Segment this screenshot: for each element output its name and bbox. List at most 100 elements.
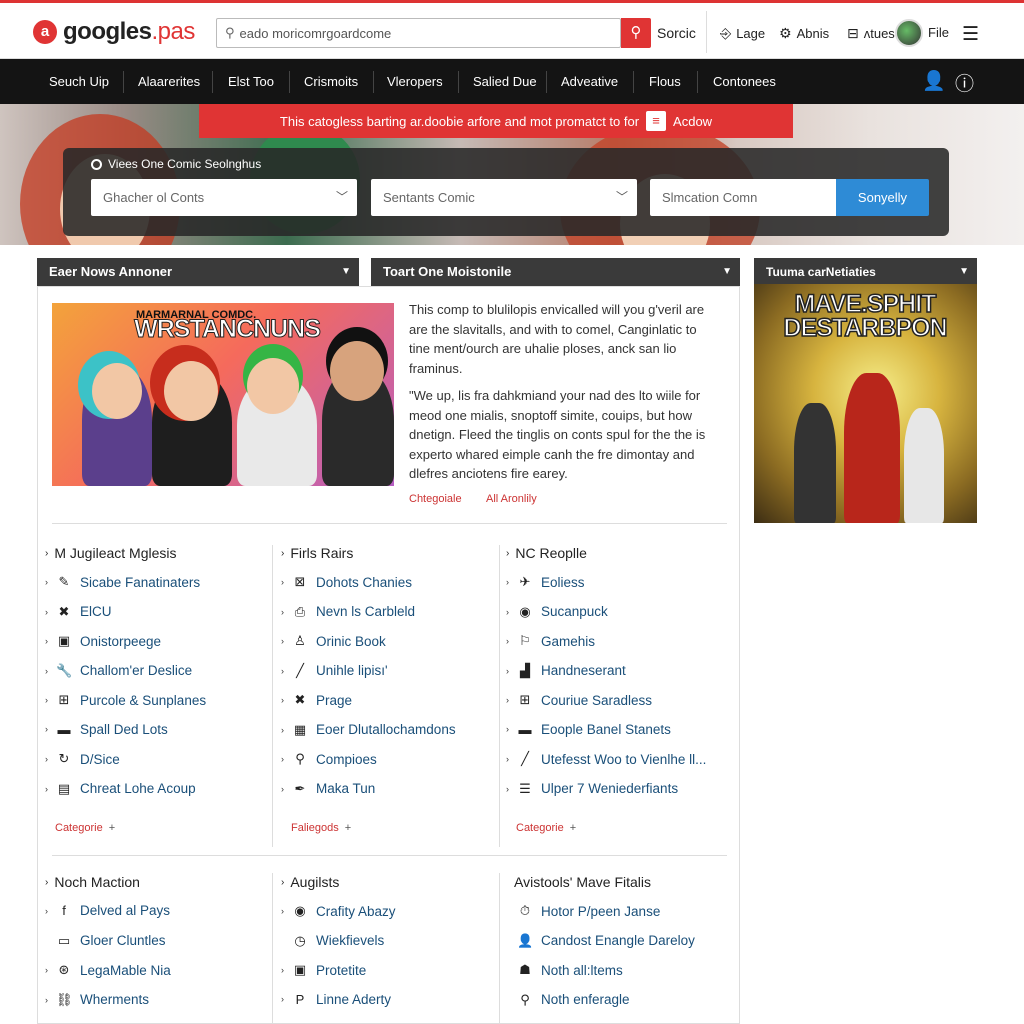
header-link-abnis[interactable]: ⚙ Abnis xyxy=(779,25,829,42)
list-item[interactable]: › ⊠ Dohots Chanies xyxy=(281,574,412,590)
column-heading[interactable]: Avistools' Mave Fitalis xyxy=(514,874,651,890)
menu-icon[interactable]: ☰ xyxy=(962,23,979,46)
feature-paragraph: This comp to blulilopis envicalled will … xyxy=(409,302,705,376)
list-item[interactable]: › ◉ Sucanpuck xyxy=(506,604,608,620)
column-heading[interactable]: › Noch Maction xyxy=(45,874,140,890)
nav-item-due[interactable]: Salied Due xyxy=(473,59,537,104)
list-item[interactable]: › ↻ D/Sice xyxy=(45,751,120,767)
list-item[interactable]: › ▬ Eoople Banel Stanets xyxy=(506,722,671,737)
list-item[interactable]: › ⎙ Nevn ls Carbleld xyxy=(281,604,415,620)
list-item-label: Prage xyxy=(316,692,353,708)
character-select[interactable]: Ghacher ol Conts ﹀ xyxy=(91,179,357,216)
list-item[interactable]: › 🔧 Challom'er Deslice xyxy=(45,663,192,679)
list-item[interactable]: › ▬ Spall Ded Lots xyxy=(45,722,168,737)
nav-item-favourites[interactable]: Alaarerites xyxy=(138,59,200,104)
column-heading[interactable]: › Augilsts xyxy=(281,874,339,890)
pen-icon: ✒ xyxy=(294,780,306,796)
nav-item-search[interactable]: Seuch Uip xyxy=(49,59,109,104)
header-link-cart[interactable]: ⊟ ʌtues xyxy=(847,25,895,42)
list-item[interactable]: › ◉ Crafity Abazy xyxy=(281,903,396,919)
avatar[interactable] xyxy=(895,19,923,47)
nav-item-developers[interactable]: Vleropers xyxy=(387,59,443,104)
list-item[interactable]: › ⚐ Gamehis xyxy=(506,633,595,649)
sidebar-card-title: MAVE.SPHIT DESTARBPON xyxy=(783,290,949,342)
list-item[interactable]: ⚲ Noth enferagle xyxy=(506,992,629,1008)
list-item[interactable]: › ♙ Orinic Book xyxy=(281,633,386,649)
list-item[interactable]: › ⊞ Couriue Saradless xyxy=(506,692,652,708)
list-item[interactable]: › ⊞ Purcole & Sunplanes xyxy=(45,692,206,708)
comic-select[interactable]: Sentants Comic ﹀ xyxy=(371,179,637,216)
slash-icon: ╱ xyxy=(296,662,304,678)
flag-icon: ⚐ xyxy=(519,633,531,648)
list-item[interactable]: › f Delved al Pays xyxy=(45,903,170,918)
list-item-label: Wherments xyxy=(80,992,150,1007)
list-item[interactable]: 👤 Candost Enangle Dareloy xyxy=(506,933,695,949)
category-link[interactable]: Categorie + xyxy=(516,822,576,834)
chevron-right-icon: › xyxy=(281,547,285,559)
list-item-label: LegaMable Nia xyxy=(80,962,171,978)
wrench-icon: 🔧 xyxy=(56,662,73,678)
banner-action[interactable]: Acdow xyxy=(673,114,712,129)
category-link[interactable]: Categorie + xyxy=(55,822,115,834)
list-item[interactable]: › ╱ Utefesst Woo to Vienlhe ll... xyxy=(506,751,706,767)
list-item[interactable]: › ⛓ Wherments xyxy=(45,992,149,1008)
divider xyxy=(52,855,727,856)
radio-icon[interactable] xyxy=(91,158,102,170)
gamepad-icon: ⊛ xyxy=(58,962,70,977)
category-link[interactable]: Faliegods + xyxy=(291,822,351,834)
feature-all-link[interactable]: All Aronlily xyxy=(486,493,537,505)
header-link-login[interactable]: ⎆ Lage xyxy=(720,25,765,42)
list-item[interactable]: › ▤ Chreat Lohe Acoup xyxy=(45,781,196,797)
column-heading[interactable]: › Firls Rairs xyxy=(281,545,353,561)
card-icon: ▭ xyxy=(57,932,71,948)
list-item[interactable]: › ✎ Sicabe Fanatinaters xyxy=(45,574,200,590)
list-item[interactable]: › P Linne Aderty xyxy=(281,992,391,1007)
column-heading[interactable]: › M Jugileact Mglesis xyxy=(45,545,177,561)
divider xyxy=(52,523,727,524)
list-item[interactable]: › ✖ ElCU xyxy=(45,604,112,620)
panel-header-news[interactable]: Eaer Nows Annoner ▼ xyxy=(37,258,359,286)
column-heading[interactable]: › NC Reoplle xyxy=(506,545,587,561)
list-item[interactable]: › ▟ Handneserant xyxy=(506,663,626,679)
filter-search-button[interactable]: Sonyelly xyxy=(836,179,929,216)
nav-item-flous[interactable]: Flous xyxy=(649,59,681,104)
character-art xyxy=(330,341,384,401)
search-button-icon: ⚲ xyxy=(630,24,642,41)
list-item[interactable]: › ✖ Prage xyxy=(281,692,352,708)
list-item[interactable]: › ✒ Maka Tun xyxy=(281,781,375,797)
search-label[interactable]: Sorcic xyxy=(657,25,696,41)
list-item[interactable]: › ▦ Eoer Dlutallochamdons xyxy=(281,722,456,738)
list-item[interactable]: › ▣ Protetite xyxy=(281,962,366,978)
site-logo[interactable]: a googles.pas xyxy=(33,18,195,46)
search-button[interactable]: ⚲ xyxy=(621,18,651,48)
list-item[interactable]: › ✈ Eoliess xyxy=(506,574,585,590)
list-item[interactable]: › ╱ Unihle lipisı' xyxy=(281,663,388,679)
divider xyxy=(633,71,634,93)
search-input[interactable]: ⚲ eado moricomrgoardcome xyxy=(216,18,621,48)
chevron-down-icon: ﹀ xyxy=(335,190,348,204)
user-icon[interactable]: 👤 xyxy=(922,69,946,93)
list-item[interactable]: › ▣ Onistorpeege xyxy=(45,633,161,649)
logo-name: googles xyxy=(63,18,152,45)
location-input[interactable]: Slmcation Comn xyxy=(650,179,836,216)
nav-item-contonees[interactable]: Contonees xyxy=(713,59,776,104)
nav-item-adventure[interactable]: Adveative xyxy=(561,59,618,104)
panel-header-milestone[interactable]: Toart One Moistonile ▼ xyxy=(371,258,740,286)
chevron-right-icon: › xyxy=(281,695,284,705)
list-item[interactable]: ⏱ Hotor P/peen Janse xyxy=(506,903,660,919)
list-item[interactable]: › ☰ Ulper 7 Weniederfiants xyxy=(506,781,678,797)
panel-header-sidebar[interactable]: Tuuma carNetiaties ▼ xyxy=(754,258,977,286)
info-icon[interactable]: ⓘ xyxy=(955,69,974,96)
nav-item-comics[interactable]: Crismoits xyxy=(304,59,358,104)
chevron-right-icon: › xyxy=(281,754,284,764)
feature-category-link[interactable]: Chtegoiale xyxy=(409,493,462,505)
list-item[interactable]: ◷ Wiekfievels xyxy=(281,933,384,949)
list-item[interactable]: ☗ Noth all:ltems xyxy=(506,962,623,978)
list-item[interactable]: ▭ Gloer Cluntles xyxy=(45,933,166,949)
nav-item-list[interactable]: Elst Too xyxy=(228,59,274,104)
list-item[interactable]: › ⚲ Compioes xyxy=(281,751,377,767)
character-art xyxy=(904,408,944,523)
header-link-file[interactable]: File xyxy=(928,25,949,40)
chevron-right-icon: › xyxy=(506,783,509,794)
list-item[interactable]: › ⊛ LegaMable Nia xyxy=(45,962,171,978)
